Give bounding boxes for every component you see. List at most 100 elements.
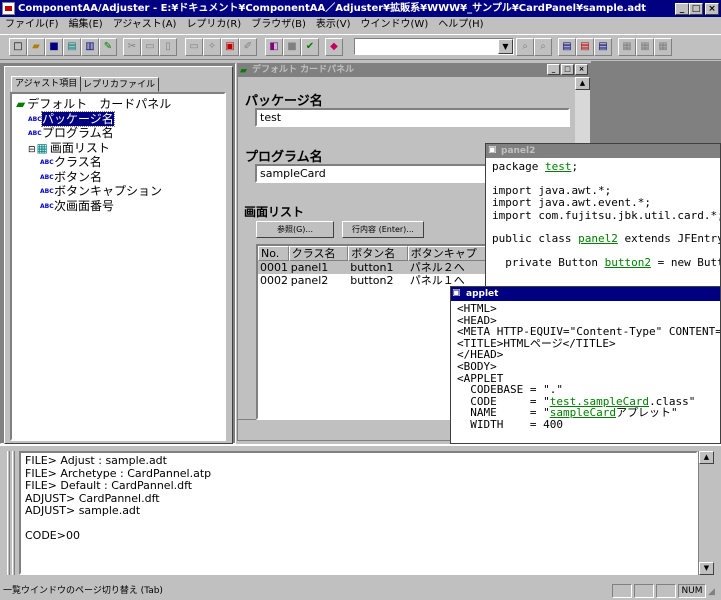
log-scroll-up[interactable]: ▲ [699, 451, 714, 464]
copy-icon[interactable]: ▭ [141, 38, 159, 56]
open-folder-icon[interactable]: ▰ [27, 38, 45, 56]
arrange-icon[interactable]: ▦ [654, 38, 672, 56]
find-next-icon[interactable]: ⌕ [534, 38, 552, 56]
log-grip[interactable] [7, 451, 10, 575]
panel2-window-icon: ▣ [488, 145, 497, 155]
tree-item[interactable]: ABCパッケージ名 [12, 110, 224, 127]
cut-icon[interactable]: ✂ [123, 38, 141, 56]
tree-item-label: 次画面番号 [54, 198, 115, 213]
save-icon[interactable]: ■ [45, 38, 63, 56]
tab-adjust-items[interactable]: アジャスト項目 [11, 76, 82, 92]
log-scroll-down[interactable]: ▼ [699, 562, 714, 575]
num-lock-indicator: NUM [678, 584, 706, 598]
table-cell: 0002 [260, 274, 288, 287]
replica-icon[interactable]: ▣ [221, 38, 239, 56]
run-icon[interactable]: ◧ [265, 38, 283, 56]
tree-item[interactable]: ⊟▦ 画面リスト [12, 141, 224, 156]
maximize-button[interactable]: □ [689, 3, 703, 15]
diamond-icon[interactable]: ◆ [325, 38, 343, 56]
menu-edit[interactable]: 編集(E) [64, 19, 108, 30]
panel2-title: panel2 [501, 146, 536, 156]
code-link[interactable]: button2 [605, 256, 651, 269]
code-text: import java.awt.event.*; [492, 196, 651, 209]
menu-window[interactable]: ウインドウ(W) [356, 19, 434, 30]
cascade-icon[interactable]: ▦ [618, 38, 636, 56]
adjust-icon[interactable]: ✎ [99, 38, 117, 56]
tree-item[interactable]: ABCプログラム名 [12, 126, 224, 141]
find-combo[interactable]: ▼ [354, 38, 514, 55]
code-text: package [492, 160, 545, 173]
check-icon[interactable]: ✔ [301, 38, 319, 56]
properties-icon[interactable]: ▤ [63, 38, 81, 56]
applet-code-window: applet <HTML> <HEAD> <META HTTP-EQUIV="Con… [450, 286, 721, 444]
abc-icon: ABC [40, 173, 54, 181]
code-window-icon[interactable]: ▤ [576, 38, 594, 56]
tile-icon[interactable]: ▦ [636, 38, 654, 56]
status-text: 一覧ウインドウのページ切り替え (Tab) [3, 586, 163, 596]
chevron-down-icon[interactable]: ▼ [498, 39, 513, 54]
tree-item[interactable]: ABC次画面番号 [12, 199, 224, 214]
table-cell: panel2 [290, 274, 329, 287]
log-window-icon[interactable]: ▤ [594, 38, 612, 56]
search-icon[interactable]: ⌕ [516, 38, 534, 56]
list-window-icon[interactable]: ▤ [558, 38, 576, 56]
tree-item-label: プログラム名 [42, 126, 114, 140]
menu-browser[interactable]: ブラウザ(B) [246, 19, 311, 30]
panel2-code[interactable]: package test; import java.awt.*; import ja… [486, 158, 720, 269]
tree-item[interactable]: ABCクラス名 [12, 155, 224, 170]
menu-file[interactable]: ファイル(F) [0, 19, 64, 30]
tree-item-label: パッケージ名 [41, 110, 115, 127]
table-cell: panel1 [290, 261, 329, 274]
menu-adjust[interactable]: アジャスト(A) [108, 19, 182, 30]
window-icon[interactable]: ▥ [81, 38, 99, 56]
tree-item[interactable]: ABCボタンキャプション [12, 184, 224, 199]
button-icon[interactable]: ▭ [185, 38, 203, 56]
code-text: ; [571, 160, 579, 173]
card-panel-title-bar: デフォルト カードパネル [238, 64, 590, 77]
window-title-bar: ComponentAA/Adjuster - E:¥ドキュメント¥Compone… [0, 0, 721, 17]
tree-item[interactable]: ABCボタン名 [12, 170, 224, 185]
package-field[interactable]: test [255, 108, 570, 127]
abc-icon: ABC [40, 159, 54, 166]
panel-minimize-button[interactable]: _ [547, 64, 560, 75]
scroll-up-arrow[interactable]: ▲ [575, 77, 590, 90]
menu-view[interactable]: 表示(V) [311, 19, 356, 30]
panel-close-button[interactable]: × [575, 64, 588, 75]
column-header-caption[interactable]: ボタンキャプ [407, 246, 494, 261]
menu-help[interactable]: ヘルプ(H) [433, 19, 488, 30]
new-file-icon[interactable]: □ [9, 38, 27, 56]
menu-replica[interactable]: レプリカ(R) [181, 19, 246, 30]
menu-bar: ファイル(F) 編集(E) アジャスト(A) レプリカ(R) ブラウザ(B) 表示(V) ウ… [0, 17, 721, 33]
log-vscroll[interactable]: ▲ ▼ [698, 451, 714, 575]
column-header-class[interactable]: クラス名 [288, 246, 349, 261]
log-grip-2[interactable] [12, 451, 15, 575]
adjust-tree[interactable]: ▰ デフォルト カードパネル ABCパッケージ名 ABCプログラム名 ⊟▦ 画面リスト AB… [10, 92, 226, 441]
minimize-button[interactable]: _ [675, 3, 689, 15]
tab-replica-files[interactable]: レプリカファイル [79, 77, 160, 92]
table-row[interactable]: 0001 panel1 button1 パネル２へ [258, 261, 494, 274]
edit-icon[interactable]: ✐ [239, 38, 257, 56]
browse-button[interactable]: 参照(G)... [256, 221, 334, 238]
column-header-button[interactable]: ボタン名 [348, 246, 408, 261]
code-text: private Button [492, 255, 605, 269]
applet-code[interactable]: <HTML> <HEAD> <META HTTP-EQUIV="Content-Ty… [451, 301, 720, 431]
column-header-no[interactable]: No. [258, 246, 289, 261]
code-text: import com.fujitsu.jbk.util.card.*; [492, 208, 720, 222]
code-link[interactable]: test [545, 160, 572, 173]
wand-icon[interactable]: ✧ [203, 38, 221, 56]
app-icon[interactable] [2, 2, 15, 15]
panel-maximize-button[interactable]: □ [561, 64, 574, 75]
tree-item[interactable]: ▰ デフォルト カードパネル [12, 97, 224, 112]
paste-icon[interactable]: ▯ [159, 38, 177, 56]
code-link[interactable]: panel2 [578, 232, 618, 245]
applet-title: applet [466, 289, 499, 299]
log-output[interactable]: FILE> Adjust : sample.adt FILE> Archetype… [19, 451, 698, 575]
close-button[interactable]: × [705, 3, 719, 15]
row-content-button[interactable]: 行内容 (Enter)... [342, 221, 424, 238]
tree-item-label: デフォルト カードパネル [27, 97, 172, 111]
table-cell: 0001 [260, 261, 288, 274]
stop-icon[interactable]: ■ [283, 38, 301, 56]
size-grip[interactable]: ◢ [708, 587, 715, 597]
table-cell: button1 [350, 261, 394, 274]
collapse-icon[interactable]: ⊟ [28, 145, 36, 155]
